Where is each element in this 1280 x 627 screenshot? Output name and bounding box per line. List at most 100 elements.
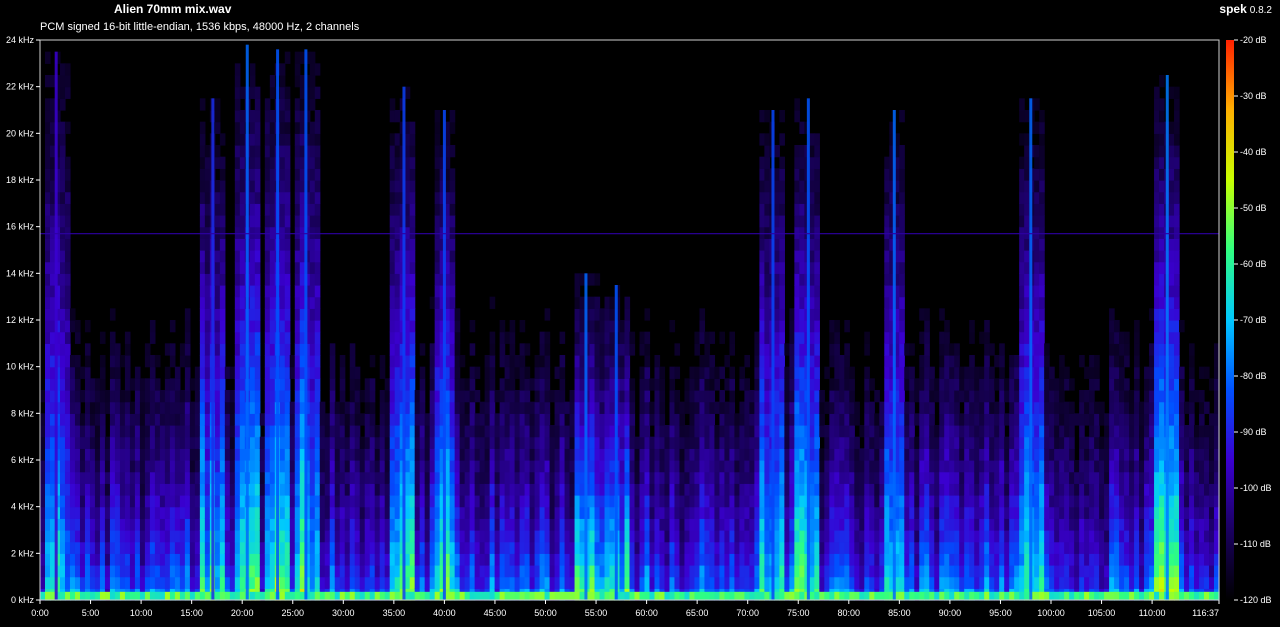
spectrogram-cell	[154, 436, 161, 449]
spectrogram-cell	[649, 483, 656, 496]
spectrogram-cell	[269, 261, 276, 274]
spectrogram-cell	[264, 308, 271, 321]
spectrogram-cell	[644, 565, 651, 578]
spectrogram-cell	[984, 378, 990, 391]
spectrogram-cell	[319, 448, 326, 461]
spectrogram-cell	[284, 413, 291, 426]
spectrogram-cell	[154, 355, 161, 368]
spectrogram-cell	[394, 320, 401, 333]
spectrogram-cell	[744, 483, 750, 496]
spectrogram-cell	[634, 506, 641, 519]
spectrogram-cell	[254, 320, 261, 333]
spectrogram-cell	[384, 495, 391, 508]
spectrogram-cell	[869, 541, 875, 554]
spectrogram-cell	[749, 495, 755, 508]
spectrogram-cell	[194, 448, 201, 461]
spectrogram-cell	[254, 401, 261, 414]
spectrogram-cell	[599, 565, 606, 578]
spectrogram-cell	[779, 495, 785, 508]
spectrogram-cell	[929, 518, 935, 531]
spectrogram-cell	[624, 541, 631, 554]
spectrogram-cell	[309, 390, 316, 403]
spectrogram-cell	[619, 495, 626, 508]
spectrogram-cell	[469, 425, 476, 438]
spectrogram-cell	[234, 506, 241, 519]
spectrogram-cell	[269, 273, 276, 286]
spectrogram-cell	[194, 413, 201, 426]
spectrogram-cell	[45, 448, 51, 461]
spectrogram-cell	[589, 308, 596, 321]
spectrogram-cell	[679, 413, 686, 426]
spectrogram-cell	[864, 530, 870, 543]
spectrogram-cell	[684, 436, 691, 449]
spectrogram-cell	[899, 168, 905, 181]
spectrogram-cell	[754, 565, 760, 578]
spectrogram-cell	[984, 436, 990, 449]
spectrogram-cell	[409, 156, 416, 169]
spectrogram-cell	[899, 401, 905, 414]
spectrogram-cell	[899, 541, 905, 554]
spectrogram-cell	[464, 460, 471, 473]
spectrogram-cell	[104, 553, 111, 566]
spectrogram-cell	[819, 390, 825, 403]
spectrogram-cell	[849, 518, 855, 531]
spectrogram-cell	[559, 576, 566, 589]
spectrogram-cell	[359, 518, 366, 531]
spectrogram-cell	[119, 355, 126, 368]
spectrogram-cell	[119, 460, 126, 473]
spectrogram-cell	[379, 483, 386, 496]
spectrogram-cell	[64, 448, 71, 461]
spectrogram-cell	[929, 425, 935, 438]
spectrogram-cell	[539, 483, 546, 496]
spectrogram-cell	[284, 238, 291, 251]
spectrogram-cell	[384, 425, 391, 438]
spectrogram-cell	[624, 483, 631, 496]
spectrogram-cell	[639, 401, 646, 414]
spectrogram-cell	[314, 110, 321, 123]
spectrogram-cell	[689, 518, 696, 531]
spectrogram-cell	[324, 448, 331, 461]
spectrogram-cell	[134, 448, 141, 461]
spectrogram-cell	[254, 285, 261, 298]
spectrogram-cell	[124, 436, 131, 449]
spectrogram-cell	[954, 366, 960, 379]
spectrogram-cell	[754, 448, 760, 461]
spectrogram-cell	[514, 390, 521, 403]
spectrogram-cell	[574, 285, 581, 298]
spectrogram-cell	[694, 378, 701, 391]
spectrogram-cell	[509, 483, 516, 496]
spectrogram-cell	[284, 133, 291, 146]
spectrogram-cell	[284, 331, 291, 344]
spectrogram-cell	[404, 331, 411, 344]
spectrogram-cell	[219, 261, 226, 274]
spectrogram-cell	[174, 401, 181, 414]
spectrogram-cell	[879, 436, 885, 449]
spectrogram-cell	[514, 448, 521, 461]
spectrogram-cell	[824, 518, 830, 531]
spectrogram-cell	[504, 565, 511, 578]
spectrogram-cell	[754, 355, 760, 368]
spectrogram-cell	[384, 471, 391, 484]
spectrogram-cell	[249, 261, 256, 274]
spectrogram-cell	[679, 425, 686, 438]
spectrogram-cell	[544, 541, 551, 554]
spectrogram-cell	[494, 495, 501, 508]
spectrogram-cell	[179, 506, 186, 519]
spectrogram-cell	[69, 401, 76, 414]
spectrogram-cell	[309, 553, 316, 566]
spectrogram-cell	[389, 448, 396, 461]
spectrogram-cell	[884, 471, 890, 484]
spectrogram-cell	[779, 355, 785, 368]
spectrogram-cell	[179, 413, 186, 426]
spectrogram-cell	[994, 518, 1000, 531]
spectrogram-cell	[984, 390, 990, 403]
spectrogram-cell	[249, 343, 256, 356]
spectrogram-cell	[794, 576, 800, 589]
spectrogram-cell	[204, 448, 211, 461]
spectrogram-cell	[639, 565, 646, 578]
spectrogram-cell	[539, 518, 546, 531]
spectrogram-cell	[754, 436, 760, 449]
spectrogram-cell	[219, 495, 226, 508]
spectrogram-cell	[739, 483, 746, 496]
spectrogram-cell	[344, 460, 351, 473]
